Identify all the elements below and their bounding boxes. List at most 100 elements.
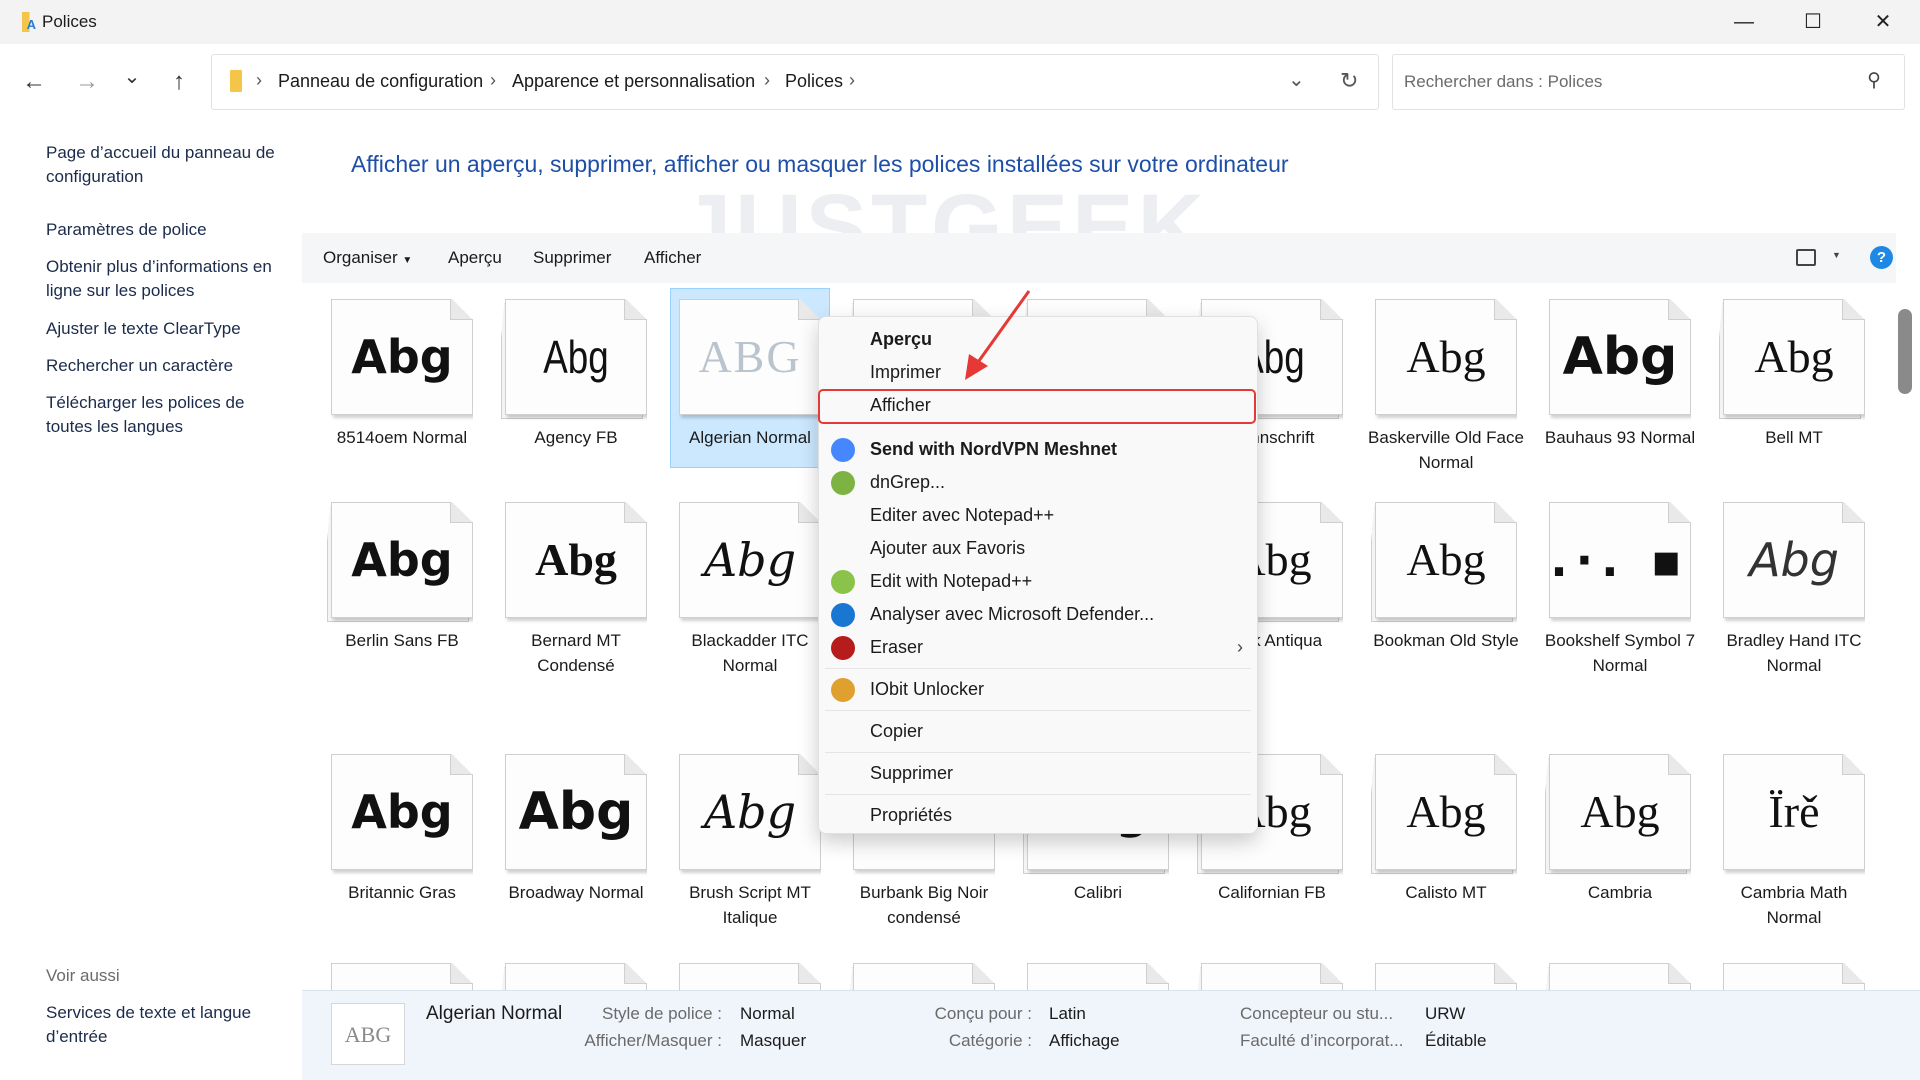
sidebar-link-find-character[interactable]: Rechercher un caractère	[46, 354, 296, 378]
menu-item-propri-t-s[interactable]: Propriétés	[819, 799, 1257, 832]
recent-locations-button[interactable]: ⌄	[116, 64, 148, 89]
scrollbar-thumb[interactable]	[1898, 309, 1912, 394]
maximize-button[interactable]: ☐	[1793, 8, 1833, 36]
font-tile[interactable]	[671, 953, 829, 990]
font-tile[interactable]: Abg Bradley Hand ITC Normal	[1715, 492, 1873, 692]
breadcrumb-fonts[interactable]: Polices	[785, 71, 843, 92]
help-icon[interactable]: ?	[1870, 246, 1893, 269]
preview-button[interactable]: Aperçu	[448, 248, 502, 268]
font-tile[interactable]	[1019, 953, 1177, 990]
font-label: Bernard MT Condensé	[531, 631, 621, 675]
font-tile[interactable]	[323, 953, 481, 990]
font-label: Burbank Big Noir condensé	[859, 883, 989, 927]
detail-value: URW	[1425, 1004, 1466, 1023]
font-tile[interactable]	[1715, 953, 1873, 990]
menu-item-analyser-avec-microsoft-defender[interactable]: Analyser avec Microsoft Defender...	[819, 598, 1257, 631]
search-icon[interactable]: ⚲	[1867, 69, 1881, 92]
search-input[interactable]: Rechercher dans : Polices	[1404, 72, 1602, 92]
font-tile[interactable]: Abg Berlin Sans FB	[323, 492, 481, 692]
menu-separator	[825, 668, 1251, 669]
font-label: Bookshelf Symbol 7 Normal	[1544, 631, 1696, 675]
font-label: Agency FB	[534, 428, 618, 447]
menu-item-send-with-nordvpn-meshnet[interactable]: Send with NordVPN Meshnet	[819, 433, 1257, 466]
close-button[interactable]: ✕	[1863, 8, 1903, 36]
see-also-heading: Voir aussi	[46, 966, 120, 985]
font-tile[interactable]: Abg 8514oem Normal	[323, 289, 481, 467]
font-tile[interactable]: Abg Blackadder ITC Normal	[671, 492, 829, 692]
organize-menu-button[interactable]: Organiser ▼	[323, 248, 412, 268]
delete-button[interactable]: Supprimer	[533, 248, 611, 268]
detail-key: Conçu pour :	[934, 1004, 1032, 1023]
font-tile[interactable]: Abg Bookman Old Style	[1367, 492, 1525, 692]
selected-font-thumbnail: ABG	[331, 1003, 405, 1065]
font-tile[interactable]: Abg Britannic Gras	[323, 744, 481, 922]
page-fold-icon	[798, 963, 821, 984]
font-tile[interactable]: Abg Bell MT	[1715, 289, 1873, 467]
view-dropdown-icon[interactable]: ▼	[1832, 250, 1841, 260]
font-tile[interactable]: ABG Algerian Normal	[670, 288, 830, 468]
font-tile[interactable]	[1541, 953, 1699, 990]
font-label: Blackadder ITC Normal	[691, 631, 809, 675]
breadcrumb-control-panel[interactable]: Panneau de configuration	[278, 71, 483, 92]
page-fold-icon	[1842, 963, 1865, 984]
font-label: Cambria Math Normal	[1740, 883, 1848, 927]
forward-button[interactable]: →	[71, 68, 103, 96]
menu-item-copier[interactable]: Copier	[819, 715, 1257, 748]
font-tile[interactable]: Abg Agency FB	[497, 289, 655, 467]
defender-shield-icon	[831, 603, 855, 627]
font-tile[interactable]	[845, 953, 1003, 990]
breadcrumb-appearance[interactable]: Apparence et personnalisation	[512, 71, 755, 92]
menu-item-ajouter-aux-favoris[interactable]: Ajouter aux Favoris	[819, 532, 1257, 565]
font-tile[interactable]: Abg Calisto MT	[1367, 744, 1525, 922]
font-tile[interactable]: Ïrě Cambria Math Normal	[1715, 744, 1873, 927]
menu-item-editer-avec-notepad[interactable]: Editer avec Notepad++	[819, 499, 1257, 532]
menu-item-edit-with-notepad[interactable]: Edit with Notepad++	[819, 565, 1257, 598]
sidebar-link-font-settings[interactable]: Paramètres de police	[46, 218, 296, 242]
menu-item-label: Imprimer	[870, 362, 941, 382]
back-button[interactable]: ←	[18, 68, 50, 96]
address-bar[interactable]: › Panneau de configuration › Apparence e…	[211, 54, 1379, 110]
change-view-icon[interactable]	[1796, 249, 1816, 266]
menu-separator	[825, 710, 1251, 711]
minimize-button[interactable]: —	[1724, 8, 1764, 36]
font-tile[interactable]: Abg Brush Script MT Italique	[671, 744, 829, 927]
page-fold-icon	[1320, 963, 1343, 984]
address-dropdown-icon[interactable]: ⌄	[1288, 67, 1305, 92]
title-bar: A Polices — ☐ ✕	[0, 0, 1920, 44]
menu-item-label: Analyser avec Microsoft Defender...	[870, 604, 1155, 624]
font-tile[interactable]: Abg Cambria	[1541, 744, 1699, 922]
font-tile[interactable]	[1367, 953, 1525, 990]
font-tile[interactable]: Abg Broadway Normal	[497, 744, 655, 922]
up-button[interactable]: ↑	[163, 68, 195, 96]
font-tile[interactable]: .·. ▪ Bookshelf Symbol 7 Normal	[1541, 492, 1699, 692]
font-tile[interactable]	[1193, 953, 1351, 990]
font-label: Bookman Old Style	[1373, 631, 1519, 650]
dropdown-arrow-icon: ▼	[402, 255, 413, 266]
menu-item-iobit-unlocker[interactable]: IObit Unlocker	[819, 673, 1257, 706]
font-label: Calisto MT	[1405, 883, 1487, 902]
font-tile[interactable]: Abg Bernard MT Condensé	[497, 492, 655, 692]
font-tile[interactable]: Abg Bauhaus 93 Normal	[1541, 289, 1699, 467]
sidebar-link-cleartype[interactable]: Ajuster le texte ClearType	[46, 317, 296, 341]
annotation-arrow	[965, 290, 1031, 380]
font-preview: Abg	[1406, 534, 1486, 585]
annotation-highlight-box	[818, 389, 1256, 424]
font-tile[interactable]: Abg Baskerville Old Face Normal	[1367, 289, 1525, 472]
breadcrumb-separator[interactable]: ›	[849, 70, 855, 91]
search-box[interactable]: Rechercher dans : Polices ⚲	[1392, 54, 1905, 110]
menu-item-eraser[interactable]: Eraser ›	[819, 631, 1257, 664]
menu-item-supprimer[interactable]: Supprimer	[819, 757, 1257, 790]
font-preview: Abg	[1754, 331, 1834, 382]
sidebar-link-more-info[interactable]: Obtenir plus d’informations en ligne sur…	[46, 255, 306, 303]
fonts-folder-icon: A	[22, 12, 36, 32]
menu-item-dngrep[interactable]: dnGrep...	[819, 466, 1257, 499]
refresh-icon[interactable]: ↻	[1340, 68, 1358, 94]
show-button[interactable]: Afficher	[644, 248, 701, 268]
sidebar-link-text-services[interactable]: Services de texte et langue d’entrée	[46, 1001, 276, 1049]
sidebar-link-home[interactable]: Page d’accueil du panneau de configurati…	[46, 141, 296, 189]
sidebar-link-download-fonts[interactable]: Télécharger les polices de toutes les la…	[46, 391, 276, 439]
font-label: Berlin Sans FB	[345, 631, 459, 650]
font-tile[interactable]	[497, 953, 655, 990]
page-fold-icon	[1668, 963, 1691, 984]
font-preview: Abg	[351, 330, 453, 384]
